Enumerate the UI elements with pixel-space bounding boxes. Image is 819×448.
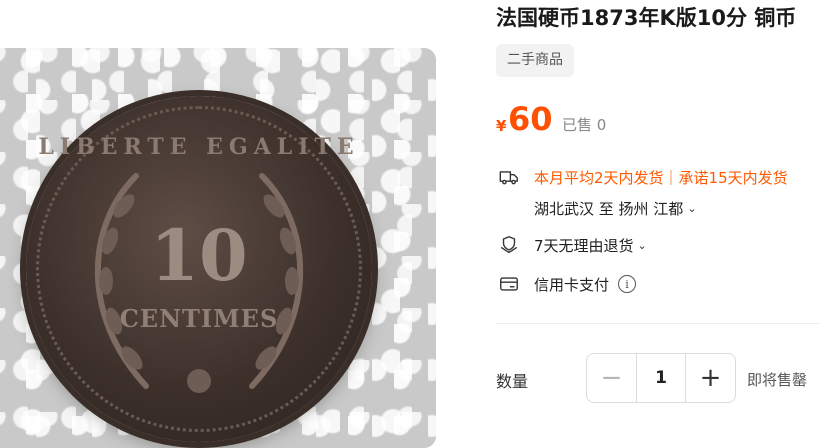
stock-note: 即将售罄 — [747, 371, 808, 389]
currency-symbol: ¥ — [496, 117, 507, 135]
return-policy-text: 7天无理由退货 — [534, 236, 634, 255]
shield-hand-icon — [500, 236, 518, 254]
coin-photo: LIBERTE EGALITE 10 CENTIMES — [26, 96, 372, 442]
quantity-value[interactable]: 1 — [636, 354, 686, 402]
shipping-row: 本月平均2天内发货｜承诺15天内发货 — [498, 166, 788, 188]
payment-row: 信用卡支付 i — [498, 273, 637, 295]
quantity-stepper: − 1 + — [586, 353, 736, 403]
coin-unit: CENTIMES — [119, 304, 279, 333]
price-value: 60 — [508, 100, 553, 138]
decrement-button[interactable]: − — [587, 354, 636, 402]
product-image[interactable]: LIBERTE EGALITE 10 CENTIMES — [0, 48, 436, 448]
shipping-route-text: 湖北武汉 至 扬州 江都 — [534, 200, 684, 218]
credit-card-icon — [500, 277, 518, 291]
payment-text: 信用卡支付 — [534, 275, 610, 294]
shipping-promise: 本月平均2天内发货｜承诺15天内发货 — [534, 168, 788, 187]
divider — [496, 323, 819, 324]
coin-legend: LIBERTE EGALITE — [38, 134, 360, 160]
shipping-route[interactable]: 湖北武汉 至 扬州 江都 ⌄ — [534, 198, 697, 219]
return-policy-row[interactable]: 7天无理由退货 ⌄ — [498, 234, 647, 256]
quantity-label: 数量 — [496, 372, 529, 391]
truck-icon — [499, 171, 518, 185]
increment-button[interactable]: + — [686, 354, 735, 402]
sold-count: 已售 0 — [562, 116, 607, 134]
chevron-down-icon: ⌄ — [637, 238, 647, 252]
chevron-down-icon: ⌄ — [687, 202, 697, 215]
condition-tag: 二手商品 — [496, 44, 574, 77]
info-icon[interactable]: i — [618, 275, 637, 293]
product-title: 法国硬币1873年K版10分 铜币 — [496, 6, 797, 30]
coin-value: 10 — [150, 214, 248, 297]
